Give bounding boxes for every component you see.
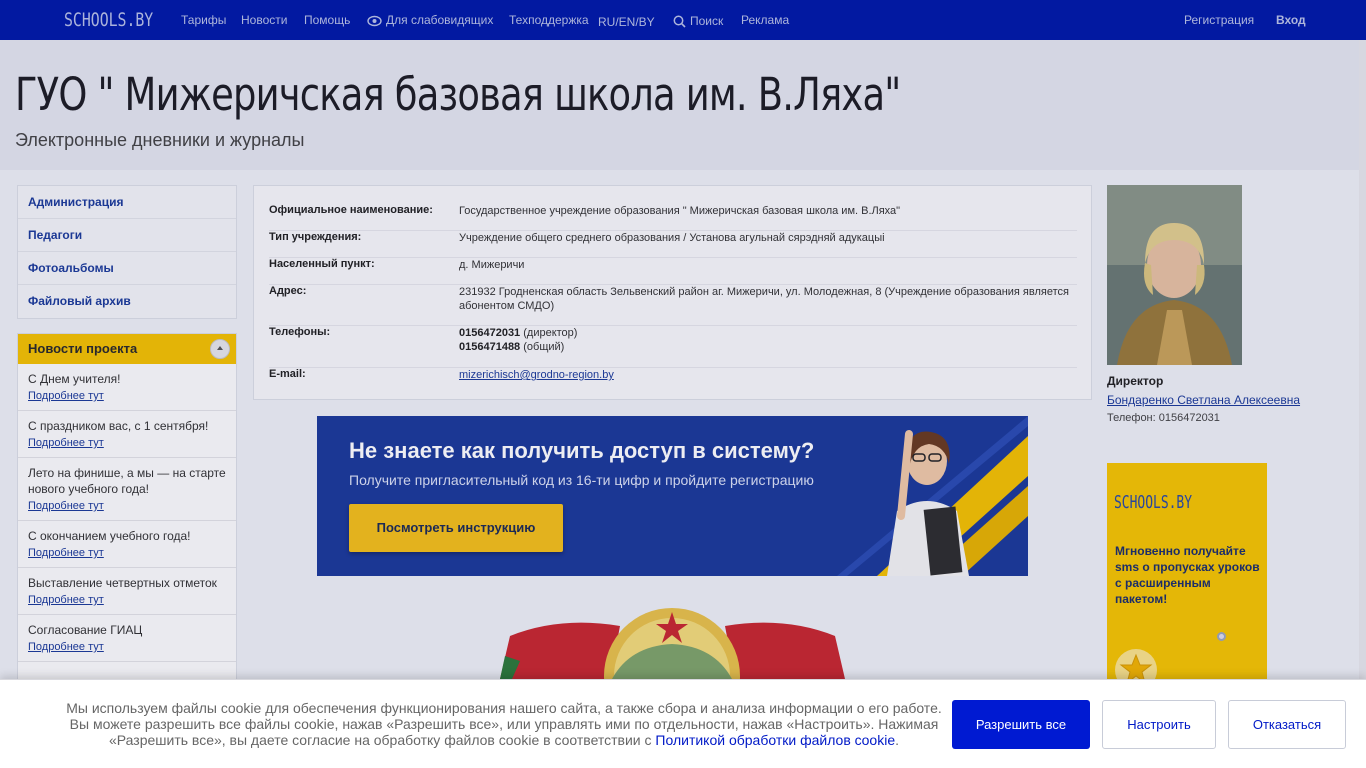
director-phone: Телефон: 0156472031 <box>1107 412 1220 424</box>
info-row-locality: Населенный пункт: д. Мижеричи <box>269 258 1077 285</box>
sms-ad-banner[interactable]: SCHOOLS.BY Мгновенно получайте sms о про… <box>1107 463 1267 693</box>
news-more-link[interactable]: Подробнее тут <box>28 437 226 449</box>
ad-text: Мгновенно получайте sms о пропусках урок… <box>1115 544 1260 606</box>
news-item: С Днем учителя! Подробнее тут <box>18 364 236 411</box>
cookie-consent-text: Мы используем файлы cookie для обеспечен… <box>60 700 948 748</box>
collapse-toggle-icon[interactable] <box>210 339 230 359</box>
info-row-address: Адрес: 231932 Гродненская область Зельве… <box>269 285 1077 326</box>
eye-icon <box>367 15 382 30</box>
info-label: Телефоны: <box>269 326 331 338</box>
access-help-banner[interactable]: Не знаете как получить доступ в систему?… <box>317 416 1028 576</box>
search-icon <box>673 15 686 31</box>
school-subtitle: Электронные дневники и журналы <box>15 130 305 150</box>
news-more-link[interactable]: Подробнее тут <box>28 641 226 653</box>
director-name-link[interactable]: Бондаренко Светлана Алексеевна <box>1107 393 1300 407</box>
news-panel-title: Новости проекта <box>28 341 138 356</box>
director-portrait <box>1107 185 1242 365</box>
sidebar-item-teachers[interactable]: Педагоги <box>18 219 236 252</box>
info-label: Тип учреждения: <box>269 231 362 243</box>
info-row-official-name: Официальное наименование: Государственно… <box>269 204 1077 231</box>
cookie-consent-bar: Мы используем файлы cookie для обеспечен… <box>0 679 1366 768</box>
site-logo[interactable]: SCHOOLS.BY <box>64 9 153 31</box>
info-value: 231932 Гродненская область Зельвенский р… <box>459 286 1069 312</box>
info-value: 0156472031 (директор) 0156471488 (общий) <box>459 326 1079 354</box>
cookie-text-tail: . <box>895 732 900 748</box>
news-item: Выставление четвертных отметок Подробнее… <box>18 568 236 615</box>
news-title: С праздником вас, с 1 сентября! <box>28 419 209 433</box>
ad-carousel-dot[interactable] <box>1217 632 1226 641</box>
nav-search-label: Поиск <box>690 14 724 28</box>
news-title: С Днем учителя! <box>28 372 121 386</box>
sidebar-menu: Администрация Педагоги Фотоальбомы Файло… <box>17 185 237 319</box>
banner-subtitle: Получите пригласительный код из 16-ти ци… <box>349 472 814 488</box>
nav-news[interactable]: Новости <box>241 13 287 27</box>
page-header: ГУО " Мижеричская базовая школа им. В.Ля… <box>0 40 1366 170</box>
news-panel-header: Новости проекта <box>18 334 236 364</box>
news-title: Выставление четвертных отметок <box>28 576 217 590</box>
school-info-card: Официальное наименование: Государственно… <box>253 185 1092 400</box>
info-row-type: Тип учреждения: Учреждение общего средне… <box>269 231 1077 258</box>
news-more-link[interactable]: Подробнее тут <box>28 390 226 402</box>
nav-help[interactable]: Помощь <box>304 13 350 27</box>
state-emblem-image <box>500 608 845 679</box>
nav-support[interactable]: Техподдержка <box>509 13 589 27</box>
school-title: ГУО " Мижеричская базовая школа им. В.Ля… <box>15 68 901 121</box>
allow-all-cookies-button[interactable]: Разрешить все <box>952 700 1090 749</box>
news-item: С окончанием учебного года! Подробнее ту… <box>18 521 236 568</box>
phone-number: 0156471488 <box>459 341 521 353</box>
news-more-link[interactable]: Подробнее тут <box>28 547 226 559</box>
news-item: С праздником вас, с 1 сентября! Подробне… <box>18 411 236 458</box>
news-more-link[interactable]: Подробнее тут <box>28 594 226 606</box>
news-title: Согласование ГИАЦ <box>28 623 143 637</box>
project-news-panel: Новости проекта С Днем учителя! Подробне… <box>17 333 237 693</box>
nav-tariffs[interactable]: Тарифы <box>181 13 226 27</box>
info-value: Учреждение общего среднего образования /… <box>459 232 885 244</box>
nav-accessibility[interactable]: Для слабовидящих <box>367 13 493 30</box>
nav-ads[interactable]: Реклама <box>741 13 789 27</box>
language-switcher[interactable]: RU/EN/BY <box>598 15 655 29</box>
phone-note: (общий) <box>523 341 565 353</box>
reject-cookies-button[interactable]: Отказаться <box>1228 700 1346 749</box>
nav-search[interactable]: Поиск <box>673 14 723 31</box>
news-title: Лето на финише, а мы — на старте нового … <box>28 466 226 496</box>
info-value: Государственное учреждение образования "… <box>459 205 901 217</box>
info-label: Населенный пункт: <box>269 258 375 270</box>
info-row-phones: Телефоны: 0156472031 (директор) 01564714… <box>269 326 1077 368</box>
info-label: E-mail: <box>269 368 306 380</box>
phone-note: (директор) <box>523 327 578 339</box>
top-navbar: SCHOOLS.BY Тарифы Новости Помощь Для сла… <box>0 0 1366 40</box>
thinking-woman-illustration <box>887 430 969 576</box>
info-value: д. Мижеричи <box>459 259 525 271</box>
news-item: Лето на финише, а мы — на старте нового … <box>18 458 236 521</box>
sidebar-item-photo-albums[interactable]: Фотоальбомы <box>18 252 236 285</box>
news-title: С окончанием учебного года! <box>28 529 191 543</box>
banner-title: Не знаете как получить доступ в систему? <box>349 438 815 463</box>
nav-accessibility-label: Для слабовидящих <box>386 13 494 27</box>
login-link[interactable]: Вход <box>1276 13 1306 27</box>
email-link[interactable]: mizerichisch@grodno-region.by <box>459 369 614 381</box>
phone-number: 0156472031 <box>459 327 521 339</box>
cookie-policy-link[interactable]: Политикой обработки файлов cookie <box>655 732 895 748</box>
sidebar-item-administration[interactable]: Администрация <box>18 186 236 219</box>
news-item: Согласование ГИАЦ Подробнее тут <box>18 615 236 662</box>
info-row-email: E-mail: mizerichisch@grodno-region.by <box>269 368 1077 388</box>
info-label: Официальное наименование: <box>269 204 433 216</box>
info-label: Адрес: <box>269 285 307 297</box>
director-photo[interactable] <box>1107 185 1242 365</box>
register-link[interactable]: Регистрация <box>1184 13 1254 27</box>
sidebar-item-file-archive[interactable]: Файловый архив <box>18 285 236 318</box>
news-more-link[interactable]: Подробнее тут <box>28 500 226 512</box>
page-scrollbar[interactable] <box>1359 40 1366 679</box>
ad-logo: SCHOOLS.BY <box>1114 492 1193 513</box>
director-role: Директор <box>1107 374 1164 388</box>
view-instructions-button[interactable]: Посмотреть инструкцию <box>349 504 563 552</box>
configure-cookies-button[interactable]: Настроить <box>1102 700 1216 749</box>
